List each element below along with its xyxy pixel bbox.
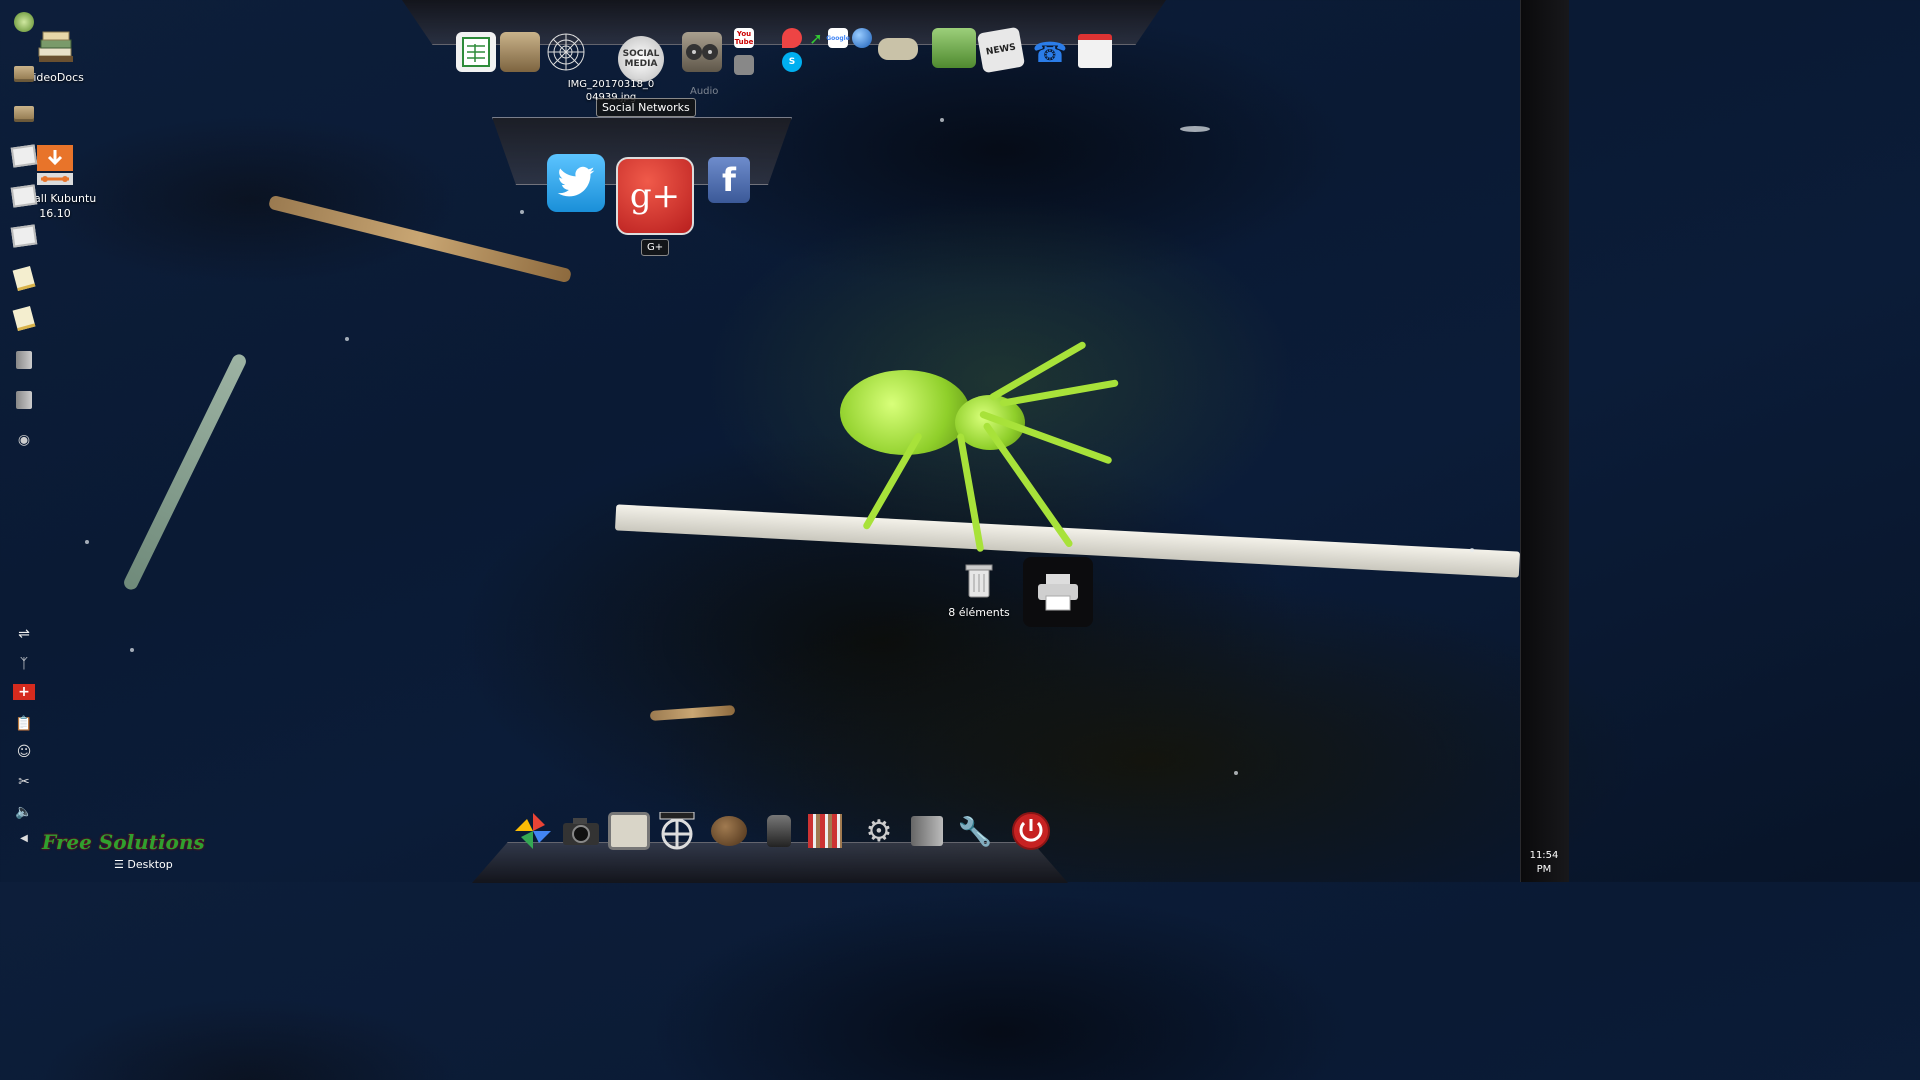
coconut-icon[interactable] [708, 810, 750, 852]
newspaper-icon[interactable]: NEWS [976, 26, 1026, 74]
desktop-menu-label: Desktop [127, 858, 173, 871]
archive-box-icon[interactable] [500, 32, 540, 72]
free-solutions-logo: Free Solutions [42, 830, 205, 854]
ink-bottle-icon[interactable] [758, 810, 800, 852]
photo-icon[interactable] [10, 184, 38, 208]
trash-widget[interactable]: 8 éléments [934, 557, 1024, 620]
scissors-icon[interactable]: ✂ [12, 770, 36, 794]
clock-time: 11:54 [1529, 850, 1559, 861]
wallpaper-bubble [1470, 548, 1474, 552]
usb-drive-icon[interactable] [734, 55, 754, 75]
installer-icon [33, 143, 77, 187]
wallpaper-spider-abdomen [840, 370, 970, 455]
trash-count-label: 8 éléments [948, 606, 1010, 619]
money-icon[interactable] [932, 28, 976, 68]
wallpaper-twig [649, 705, 736, 721]
wallpaper-bubble [1180, 126, 1210, 132]
menu-icon: ☰ [114, 858, 124, 871]
wallpaper-bubble [1234, 771, 1238, 775]
wallpaper-reed [121, 352, 249, 592]
wallpaper-twig [267, 194, 573, 284]
calendar-icon[interactable] [1078, 34, 1112, 68]
gamepad-icon[interactable] [878, 38, 918, 60]
google-plus-hover-label: G+ [641, 239, 670, 256]
globe-icon[interactable] [852, 28, 872, 48]
trash-icon [957, 557, 1001, 601]
spreadsheet-icon[interactable] [456, 32, 496, 72]
tv-icon[interactable] [608, 810, 650, 852]
photo-icon[interactable] [10, 144, 38, 168]
clock[interactable]: 11:54 PM [1524, 849, 1564, 877]
pinwheel-icon[interactable] [512, 810, 554, 852]
settings-tools-icon[interactable]: ⚙ [858, 810, 900, 852]
eye-icon[interactable]: ◉ [12, 428, 36, 452]
camera-icon[interactable] [560, 810, 602, 852]
audio-label: Audio [690, 86, 719, 97]
wallpaper-bubble [940, 118, 944, 122]
film-reels-icon[interactable] [682, 32, 722, 72]
expand-arrow-icon[interactable]: ◀ [12, 826, 36, 850]
social-media-text: SOCIAL MEDIA [622, 49, 660, 69]
social-media-icon[interactable]: SOCIAL MEDIA [618, 36, 664, 82]
spiderweb-icon[interactable] [546, 32, 586, 72]
file-icon[interactable] [12, 388, 36, 412]
printer-icon[interactable] [1023, 557, 1093, 627]
google-plus-icon[interactable]: g+ [616, 157, 694, 235]
clipboard-icon[interactable]: 📋 [12, 712, 36, 736]
user-icon[interactable]: ☺ [12, 740, 36, 764]
desktop-menu-button[interactable]: ☰ Desktop [114, 858, 173, 871]
volume-icon[interactable]: 🔈 [12, 800, 36, 824]
wallpaper-bubble [520, 210, 524, 214]
network-icon[interactable]: ⇌ [12, 622, 36, 646]
folder-icon[interactable] [12, 62, 36, 86]
note-icon[interactable] [12, 265, 36, 291]
bluetooth-icon[interactable]: ᛉ [12, 652, 36, 676]
folder-icon[interactable] [12, 102, 36, 126]
social-networks-tooltip: Social Networks [596, 98, 696, 117]
clock-ampm: PM [1536, 864, 1552, 875]
note-icon[interactable] [12, 305, 36, 331]
wallpaper-bubble [130, 648, 134, 652]
launcher-icon[interactable] [12, 10, 36, 34]
books-icon [33, 22, 77, 66]
books-icon[interactable] [804, 810, 846, 852]
keyboard-layout-flag-icon[interactable]: + [12, 680, 36, 704]
chart-arrow-icon[interactable]: ➚ [806, 28, 826, 48]
file-icon[interactable] [12, 348, 36, 372]
google-icon[interactable]: Google [826, 28, 850, 48]
phone-icon[interactable]: ☎ [1030, 32, 1070, 72]
twitter-icon[interactable] [547, 154, 605, 212]
film-icon[interactable] [656, 810, 698, 852]
maps-pin-icon[interactable] [782, 28, 802, 48]
right-side-panel [1520, 0, 1569, 882]
panel-icon[interactable] [906, 810, 948, 852]
facebook-icon[interactable]: f [708, 157, 750, 203]
wallpaper-bubble [345, 337, 349, 341]
photo-icon[interactable] [10, 224, 38, 248]
skype-icon[interactable]: S [782, 52, 802, 72]
youtube-icon[interactable]: You Tube [734, 28, 754, 48]
power-icon[interactable] [1010, 810, 1052, 852]
wallpaper-bubble [85, 540, 89, 544]
wrench-stars-icon[interactable]: 🔧 [954, 810, 996, 852]
